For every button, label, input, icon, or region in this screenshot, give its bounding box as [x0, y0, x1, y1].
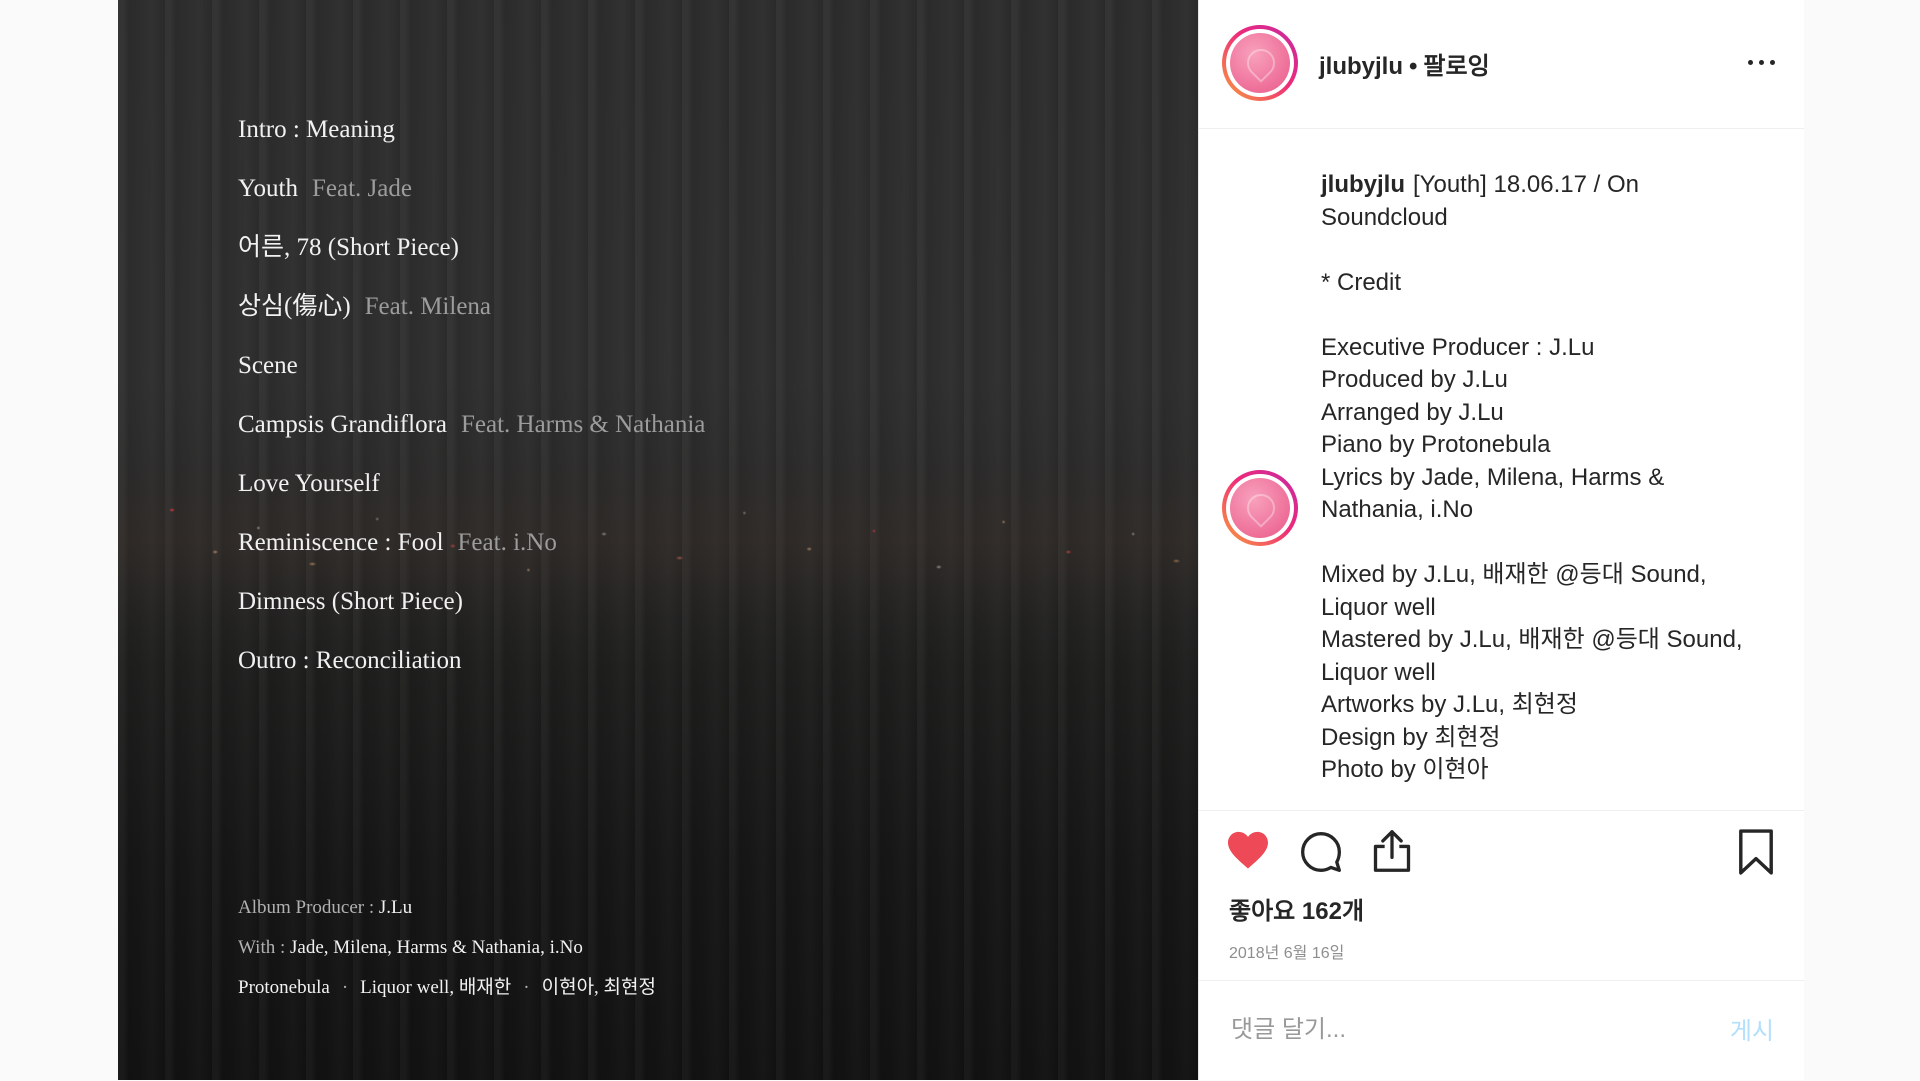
track-item: Scene [238, 352, 298, 379]
caption-area: jlubyjlu [Youth] 18.06.17 / On Soundcloud… [1199, 129, 1804, 809]
credit-extra: Protonebula · Liquor well, 배재한 · 이현아, 최현정 [238, 977, 656, 998]
caption-line [1321, 234, 1781, 267]
caption-line [1321, 299, 1781, 332]
track-item: 상심(傷心) Feat. Milena [238, 293, 492, 320]
caption-avatar[interactable] [1222, 470, 1298, 546]
caption-line: Design by 최현정 [1321, 723, 1501, 751]
caption-line [1321, 527, 1781, 560]
header-separator: • [1409, 53, 1418, 80]
comment-row: 게시 [1199, 980, 1804, 1081]
track-item: Outro : Reconciliation [238, 647, 462, 674]
track-item: Intro : Meaning [238, 116, 395, 143]
post-side-panel: jlubyjlu • 팔로잉 jlubyjlu [Youth] 18.06.17 / … [1198, 0, 1804, 1080]
caption-line: * Credit [1321, 268, 1402, 296]
caption-line: Mixed by J.Lu, 배재한 @등대 Sound, [1321, 561, 1707, 588]
caption-line: Soundcloud [1321, 203, 1448, 231]
header-user-info: jlubyjlu • 팔로잉 [1319, 46, 1490, 81]
bookmark-icon[interactable] [1737, 829, 1775, 875]
caption-line: Executive Producer : J.Lu [1321, 333, 1595, 361]
tracklist: Intro : Meaning Youth Feat. Jade 어른, 78 (… [238, 110, 705, 700]
caption-line: Mastered by J.Lu, 배재한 @등대 Sound, [1321, 626, 1743, 653]
track-item: Youth Feat. Jade [238, 175, 412, 202]
action-bar: 좋아요 162개 2018년 6월 16일 [1199, 810, 1804, 981]
album-credits: Album Producer : J.Lu With : Jade, Milen… [238, 893, 656, 1013]
caption-text: jlubyjlu [Youth] 18.06.17 / On Soundcloud… [1321, 169, 1781, 787]
post-header: jlubyjlu • 팔로잉 [1199, 0, 1804, 129]
caption-line: Piano by Protonebula [1321, 431, 1551, 458]
caption-line: Photo by 이현아 [1321, 756, 1489, 783]
credit-with: With : Jade, Milena, Harms & Nathania, i… [238, 937, 583, 958]
track-item: Reminiscence : Fool Feat. i.No [238, 529, 557, 556]
header-username[interactable]: jlubyjlu [1319, 53, 1403, 80]
caption-line: Nathania, i.No [1321, 496, 1474, 523]
post-date: 2018년 6월 16일 [1229, 945, 1345, 962]
caption-line: Artworks by J.Lu, 최현정 [1321, 691, 1578, 718]
track-item: Love Yourself [238, 470, 380, 497]
heart-filled-icon[interactable] [1226, 830, 1270, 870]
track-item: 어른, 78 (Short Piece) [238, 234, 459, 261]
avatar[interactable] [1222, 25, 1298, 101]
caption-line: Liquor well [1321, 593, 1436, 621]
credit-producer: Album Producer : J.Lu [238, 897, 413, 918]
follow-status[interactable]: 팔로잉 [1423, 53, 1489, 80]
caption-username[interactable]: jlubyjlu [1321, 171, 1405, 198]
share-upload-icon[interactable] [1370, 828, 1414, 874]
more-dots-icon[interactable] [1745, 50, 1779, 74]
track-item: Campsis Grandiflora Feat. Harms & Nathani… [238, 411, 706, 438]
speech-bubble-icon[interactable] [1299, 830, 1343, 874]
track-item: Dimness (Short Piece) [238, 588, 463, 615]
caption-line: Produced by J.Lu [1321, 366, 1508, 393]
likes-count[interactable]: 좋아요 162개 [1229, 891, 1364, 926]
caption-line: Liquor well [1321, 658, 1436, 686]
caption-line: Lyrics by Jade, Milena, Harms & [1321, 463, 1665, 491]
post-image[interactable]: Intro : Meaning Youth Feat. Jade 어른, 78 (… [118, 0, 1198, 1080]
comment-input[interactable] [1229, 1009, 1693, 1051]
caption-line: Arranged by J.Lu [1321, 398, 1504, 426]
post-comment-button[interactable]: 게시 [1730, 1011, 1774, 1046]
